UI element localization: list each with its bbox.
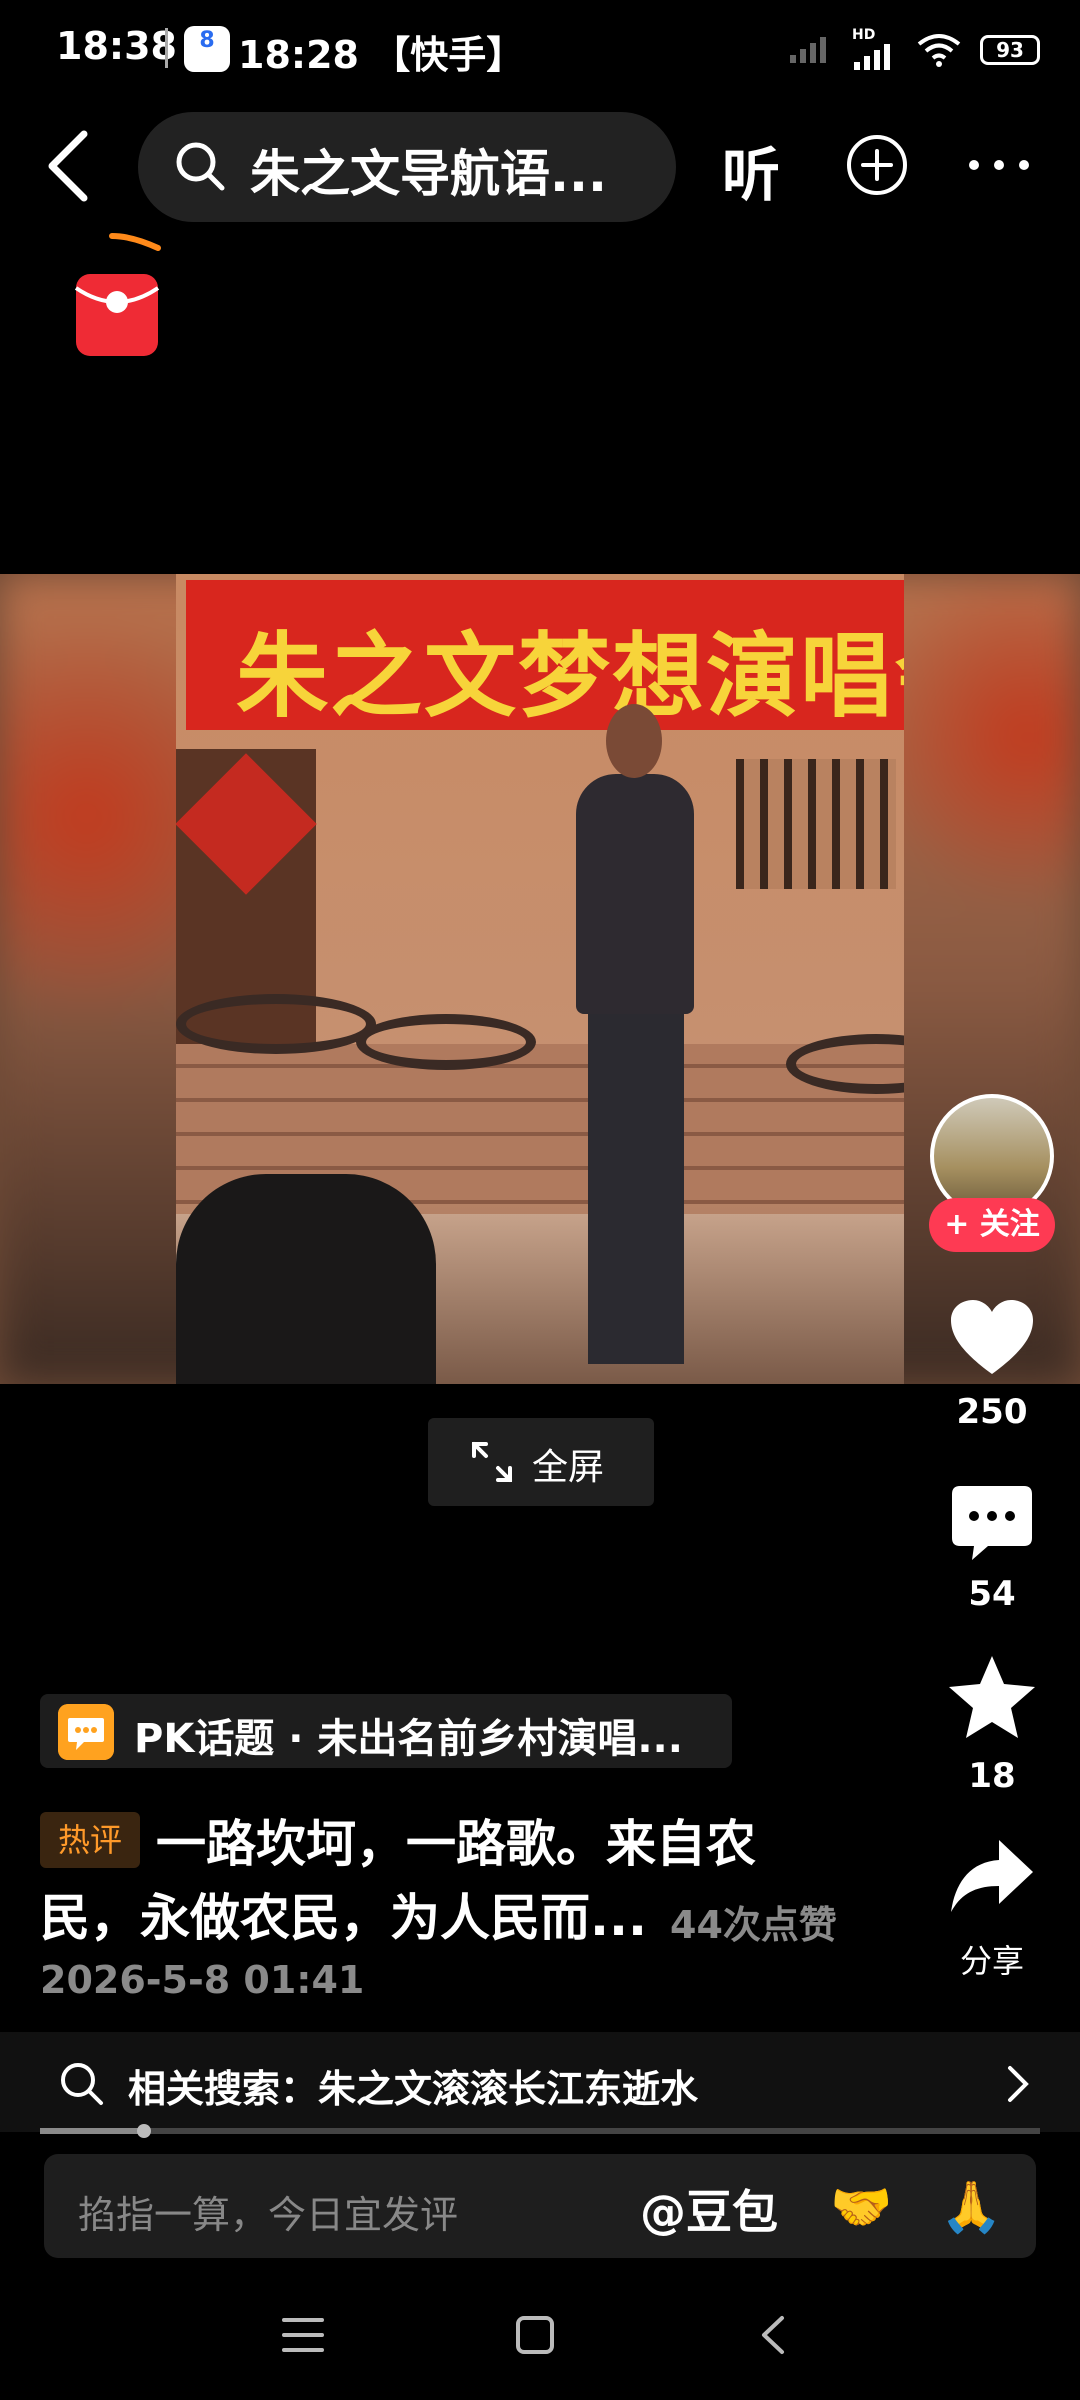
related-search-text: 相关搜索：朱之文滚滚长江东逝水 <box>128 2067 699 2111</box>
singer-head <box>606 704 662 778</box>
listen-button[interactable]: 听 <box>722 128 780 212</box>
app-notification-number: 8 <box>199 28 215 53</box>
chevron-right-icon <box>1008 2066 1029 2102</box>
singer-legs <box>588 1004 684 1364</box>
wifi-icon <box>917 34 961 67</box>
signal-icon <box>854 44 890 70</box>
status-indicators: HD 93 <box>788 28 1040 72</box>
status-time: 18:38 <box>56 24 177 68</box>
basin-left <box>176 994 376 1054</box>
search-icon <box>176 142 225 191</box>
video-progress-fill <box>40 2128 144 2134</box>
favorite-count: 18 <box>968 1756 1016 1796</box>
comment-icon <box>952 1486 1032 1560</box>
system-nav-bar <box>0 2290 1080 2400</box>
mention-doubao-button[interactable]: @豆包 <box>640 2176 778 2242</box>
hot-comment-line-2[interactable]: 民，永做农民，为人民而... <box>40 1878 647 1950</box>
video-progress-knob[interactable] <box>137 2124 151 2138</box>
hot-comment-line-1[interactable]: 一路坎坷，一路歌。来自农 <box>156 1804 756 1876</box>
related-search-icon <box>61 2063 103 2105</box>
video-player[interactable]: 朱之文梦想演唱会 <box>176 574 904 1384</box>
expand-icon <box>472 1442 512 1482</box>
favorite-button[interactable] <box>922 1654 1062 1744</box>
heart-icon <box>951 1300 1033 1374</box>
hd-label: HD <box>852 27 876 43</box>
red-packet-icon[interactable] <box>72 230 162 360</box>
hot-comment-badge: 热评 <box>40 1812 140 1868</box>
share-icon <box>951 1840 1033 1912</box>
share-label: 分享 <box>959 1942 1024 1980</box>
comment-count: 54 <box>968 1574 1016 1614</box>
share-button[interactable] <box>922 1836 1062 1920</box>
back-button[interactable] <box>40 126 100 206</box>
menu-icon[interactable] <box>282 2314 324 2356</box>
star-icon <box>949 1656 1035 1738</box>
follow-button[interactable]: + 关注 <box>929 1198 1055 1252</box>
add-button[interactable] <box>846 134 908 196</box>
topic-chat-icon <box>58 1704 114 1760</box>
banner-text: 朱之文梦想演唱会 <box>236 623 904 730</box>
topic-text: PK话题 · 未出名前乡村演唱... <box>134 1716 683 1762</box>
home-icon[interactable] <box>514 2314 556 2356</box>
search-query: 朱之文导航语... <box>250 145 607 203</box>
fullscreen-label: 全屏 <box>532 1447 605 1488</box>
handshake-emoji-button[interactable]: 🤝 <box>830 2178 892 2237</box>
status-divider <box>165 28 168 68</box>
hot-comment-likes: 44次点赞 <box>670 1903 837 1947</box>
like-count: 250 <box>956 1392 1028 1432</box>
video-progress-track[interactable] <box>40 2128 1040 2134</box>
basin-middle <box>356 1014 536 1070</box>
singer-body <box>576 774 694 1014</box>
pray-emoji-button[interactable]: 🙏 <box>940 2178 1002 2237</box>
signal-off-icon <box>790 37 826 63</box>
back-nav-icon[interactable] <box>752 2314 794 2356</box>
lattice-window <box>736 759 896 889</box>
post-date: 2026-5-8 01:41 <box>40 1958 365 2002</box>
like-button[interactable] <box>922 1298 1062 1382</box>
cameraman <box>176 1174 436 1384</box>
more-options-button[interactable] <box>964 140 1034 190</box>
status-app-notification: 18:28 【快手】 <box>238 33 525 77</box>
comment-button[interactable] <box>922 1484 1062 1568</box>
battery-icon: 93 <box>980 35 1040 65</box>
comment-placeholder: 掐指一算，今日宜发评 <box>78 2193 459 2237</box>
